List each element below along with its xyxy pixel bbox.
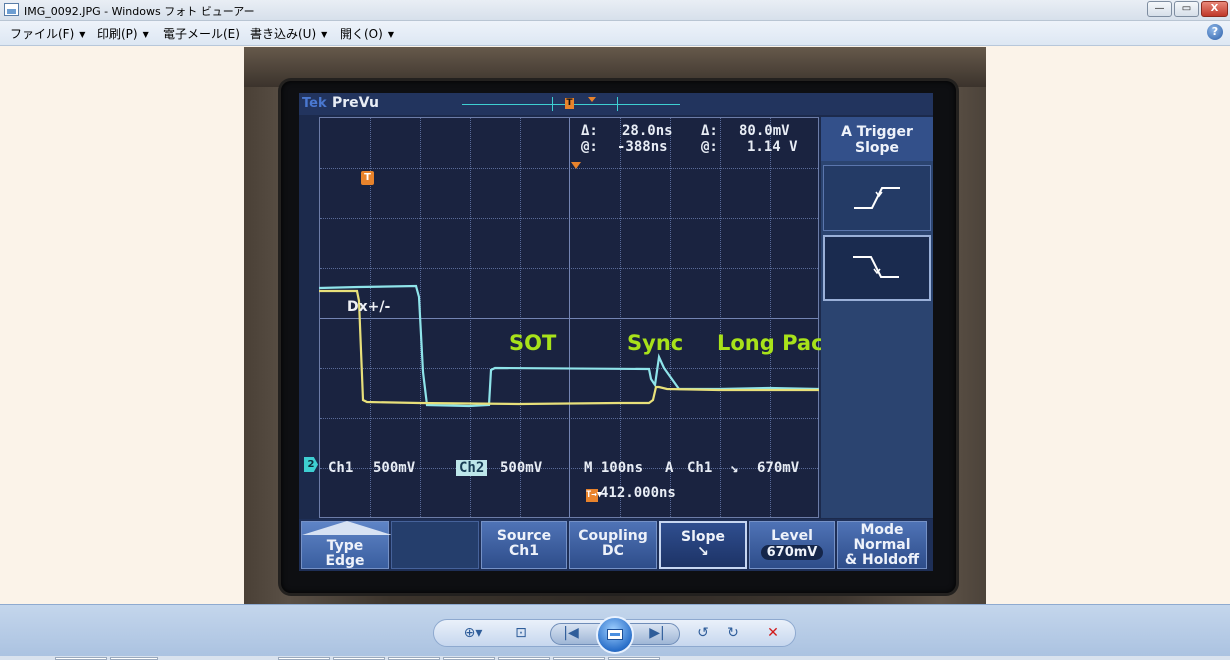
side-menu-title-line2: Slope	[854, 140, 900, 156]
menu-email[interactable]: 電子メール(E)	[163, 25, 240, 42]
menu-burn[interactable]: 書き込み(U) ▼	[250, 25, 327, 42]
timebase: M 100ns	[584, 460, 644, 476]
maximize-button[interactable]: ▭	[1174, 1, 1199, 17]
softkey-level-line1: Level	[771, 528, 813, 544]
softkey-slope[interactable]: Slope ↘	[659, 521, 747, 569]
trigger-position-value: 412.000ns	[600, 485, 676, 501]
softkey-type[interactable]: Type Edge	[301, 521, 392, 569]
softkey-bar: Type Edge Source Ch1 Coupling DC Slope ↘…	[299, 519, 933, 571]
menu-open[interactable]: 開く(O) ▼	[340, 25, 394, 42]
actual-size-icon[interactable]: ⊡	[511, 624, 531, 642]
close-button[interactable]: X	[1201, 1, 1228, 17]
chevron-down-icon: ▼	[142, 30, 149, 39]
ch2-ground-marker: 2	[304, 457, 318, 472]
falling-slope-option[interactable]	[823, 235, 931, 301]
cursor-delta-time: 28.0ns	[622, 123, 673, 139]
help-icon[interactable]: ?	[1207, 24, 1223, 40]
softkey-blank[interactable]	[391, 521, 479, 569]
softkey-coupling[interactable]: Coupling DC	[569, 521, 657, 569]
menu-file[interactable]: ファイル(F) ▼	[10, 25, 85, 42]
ch2-scale: 500mV	[500, 460, 543, 476]
softkey-source-line1: Source	[496, 528, 552, 544]
softkey-type-line1: Type	[326, 538, 364, 554]
trigger-position: T→▼412.000ns	[586, 485, 676, 502]
title-bar: IMG_0092.JPG - Windows フォト ビューアー — ▭ X	[0, 0, 1230, 21]
previous-icon[interactable]: |◀	[561, 624, 581, 642]
sot-annotation: SOT	[509, 331, 557, 355]
rising-slope-option[interactable]	[823, 165, 931, 231]
scope-top-bar: Tek PreVu T	[299, 93, 933, 115]
cursor-delta-time-label: Δ:	[581, 123, 598, 139]
ch1-label: Ch1	[328, 460, 354, 476]
softkey-slope-icon: ↘	[697, 544, 709, 560]
side-menu-title-line1: A Trigger	[841, 124, 913, 140]
oscilloscope-screen: Tek PreVu T T 2 Δ: 28.0ns Δ: 80.0mV @: -…	[299, 93, 933, 571]
minimize-button[interactable]: —	[1147, 1, 1172, 17]
rotate-counterclockwise-icon[interactable]: ↺	[693, 624, 713, 642]
trigger-slope-icon: ↘	[730, 460, 739, 476]
tek-logo: Tek	[302, 96, 327, 111]
slideshow-icon	[607, 629, 623, 640]
trigger-source: Ch1	[687, 460, 713, 476]
softkey-coupling-line2: DC	[602, 543, 624, 559]
cursor-delta-volt: 80.0mV	[739, 123, 790, 139]
rising-edge-icon	[854, 187, 900, 209]
photo-image: Tek PreVu T T 2 Δ: 28.0ns Δ: 80.0mV @: -…	[244, 47, 986, 604]
waveform-traces	[319, 284, 819, 408]
trigger-label: A	[665, 460, 674, 476]
signal-label: Dx+/-	[347, 299, 391, 315]
delete-icon[interactable]: ✕	[763, 624, 783, 642]
softkey-type-line2: Edge	[325, 553, 365, 569]
softkey-mode-line3: & Holdoff	[844, 552, 920, 568]
zoom-icon[interactable]: ⊕▾	[458, 624, 488, 642]
ch2-label: Ch2	[456, 460, 488, 476]
falling-edge-icon	[853, 256, 899, 278]
trigger-time-marker: T	[361, 171, 374, 185]
softkey-mode[interactable]: Mode Normal & Holdoff	[837, 521, 927, 569]
ch1-scale: 500mV	[373, 460, 416, 476]
next-icon[interactable]: ▶|	[647, 624, 667, 642]
trigger-point-arrow-icon	[588, 97, 596, 102]
cursor-at-volt: 1.14 V	[747, 139, 798, 155]
softkey-slope-line1: Slope	[680, 529, 726, 545]
menu-open-label: 開く(O)	[340, 27, 383, 41]
menu-print-label: 印刷(P)	[97, 27, 138, 41]
photo-viewer-app-icon	[4, 3, 19, 16]
trigger-position-icon: T→▼	[586, 489, 603, 502]
chevron-down-icon: ▼	[387, 30, 394, 39]
cursor-at-time: -388ns	[617, 139, 668, 155]
chevron-down-icon: ▼	[79, 30, 86, 39]
menu-file-label: ファイル(F)	[10, 27, 75, 41]
trigger-level-arrow-icon	[571, 162, 581, 169]
side-menu: A Trigger Slope	[821, 117, 933, 518]
menu-email-label: 電子メール(E)	[163, 27, 240, 41]
side-menu-title: A Trigger Slope	[821, 117, 933, 161]
cursor-delta-volt-label: Δ:	[701, 123, 718, 139]
softkey-mode-line1: Mode	[860, 522, 904, 538]
menu-bar: ファイル(F) ▼ 印刷(P) ▼ 電子メール(E) 書き込み(U) ▼ 開く(O) ▼…	[0, 21, 1230, 46]
cursor-at-volt-label: @:	[701, 139, 718, 155]
softkey-source[interactable]: Source Ch1	[481, 521, 567, 569]
cursor-at-time-label: @:	[581, 139, 598, 155]
chevron-down-icon: ▼	[321, 30, 328, 39]
window-title: IMG_0092.JPG - Windows フォト ビューアー	[24, 5, 255, 18]
record-view-window	[552, 97, 618, 111]
menu-print[interactable]: 印刷(P) ▼	[97, 25, 149, 42]
softkey-level[interactable]: Level 670mV	[749, 521, 835, 569]
slideshow-button[interactable]	[596, 616, 634, 654]
scope-mode: PreVu	[332, 95, 379, 111]
sync-annotation: Sync	[627, 331, 684, 355]
softkey-source-line2: Ch1	[509, 543, 539, 559]
softkey-coupling-line1: Coupling	[578, 528, 648, 544]
softkey-level-value: 670mV	[760, 545, 824, 560]
softkey-mode-line2: Normal	[853, 537, 911, 553]
viewer-toolbar: ⊕▾ ⊡ |◀ ▶| ↺ ↻ ✕	[0, 604, 1230, 660]
trigger-position-marker: T	[565, 98, 574, 109]
trigger-level: 670mV	[757, 460, 800, 476]
menu-burn-label: 書き込み(U)	[250, 27, 317, 41]
rotate-clockwise-icon[interactable]: ↻	[723, 624, 743, 642]
